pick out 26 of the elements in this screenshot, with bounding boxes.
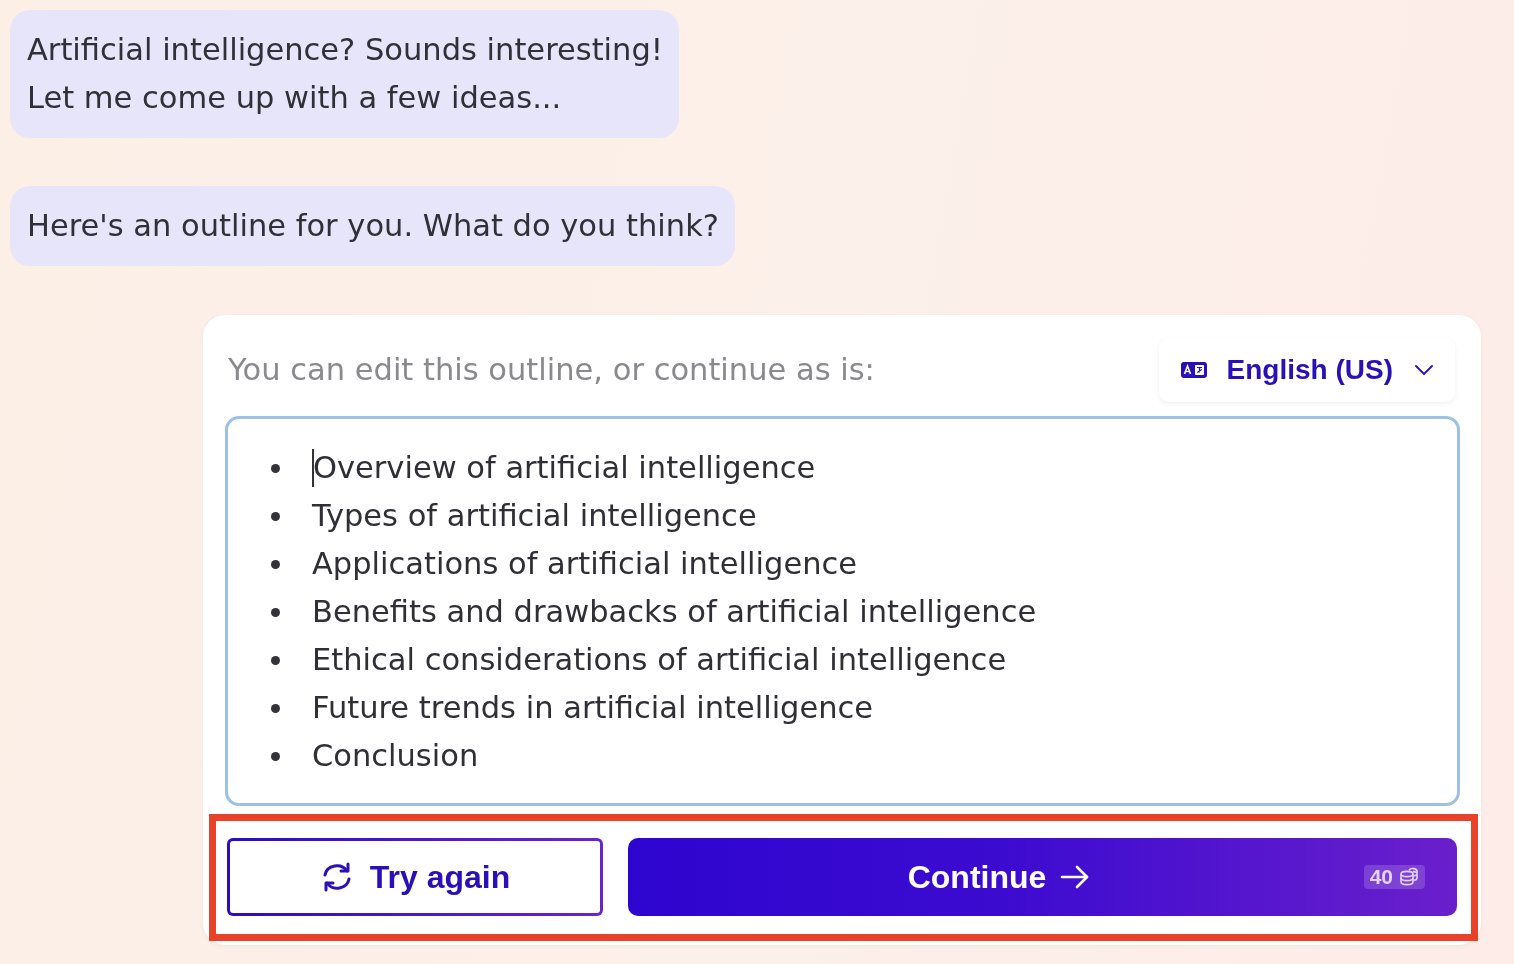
bullet-icon — [271, 703, 280, 713]
bullet-icon — [271, 655, 280, 665]
credit-badge: 40 — [1363, 865, 1425, 889]
bullet-icon — [271, 559, 280, 569]
outline-item: Future trends in artificial intelligence — [312, 689, 874, 727]
bullet-icon — [271, 607, 280, 617]
chat-message: Artificial intelligence? Sounds interesting! Let me come up with a few ideas... — [10, 10, 679, 138]
outline-item: Ethical considerations of artificial intelligence — [312, 641, 1007, 679]
bullet-icon — [271, 751, 280, 761]
chevron-down-icon — [1415, 365, 1433, 375]
outline-editor[interactable] — [225, 416, 1460, 806]
chat-message: Here's an outline for you. What do you think? — [10, 186, 735, 266]
bullet-icon — [271, 463, 280, 473]
prompt-text: You can edit this outline, or continue as is: — [228, 351, 875, 389]
language-dropdown[interactable]: English (US) — [1158, 338, 1455, 402]
bullet-icon — [271, 511, 280, 521]
continue-button[interactable]: Continue 40 — [628, 838, 1457, 916]
coins-icon — [1399, 867, 1419, 887]
outline-item: Types of artificial intelligence — [312, 497, 757, 535]
outline-item: Overview of artificial intelligence — [313, 449, 816, 487]
try-again-button[interactable]: Try again — [227, 838, 603, 916]
outline-item: Conclusion — [312, 737, 479, 775]
translate-icon — [1180, 362, 1207, 378]
outline-item: Applications of artificial intelligence — [312, 545, 857, 583]
arrow-right-icon — [1060, 865, 1091, 889]
outline-item: Benefits and drawbacks of artificial intelligence — [312, 593, 1037, 631]
